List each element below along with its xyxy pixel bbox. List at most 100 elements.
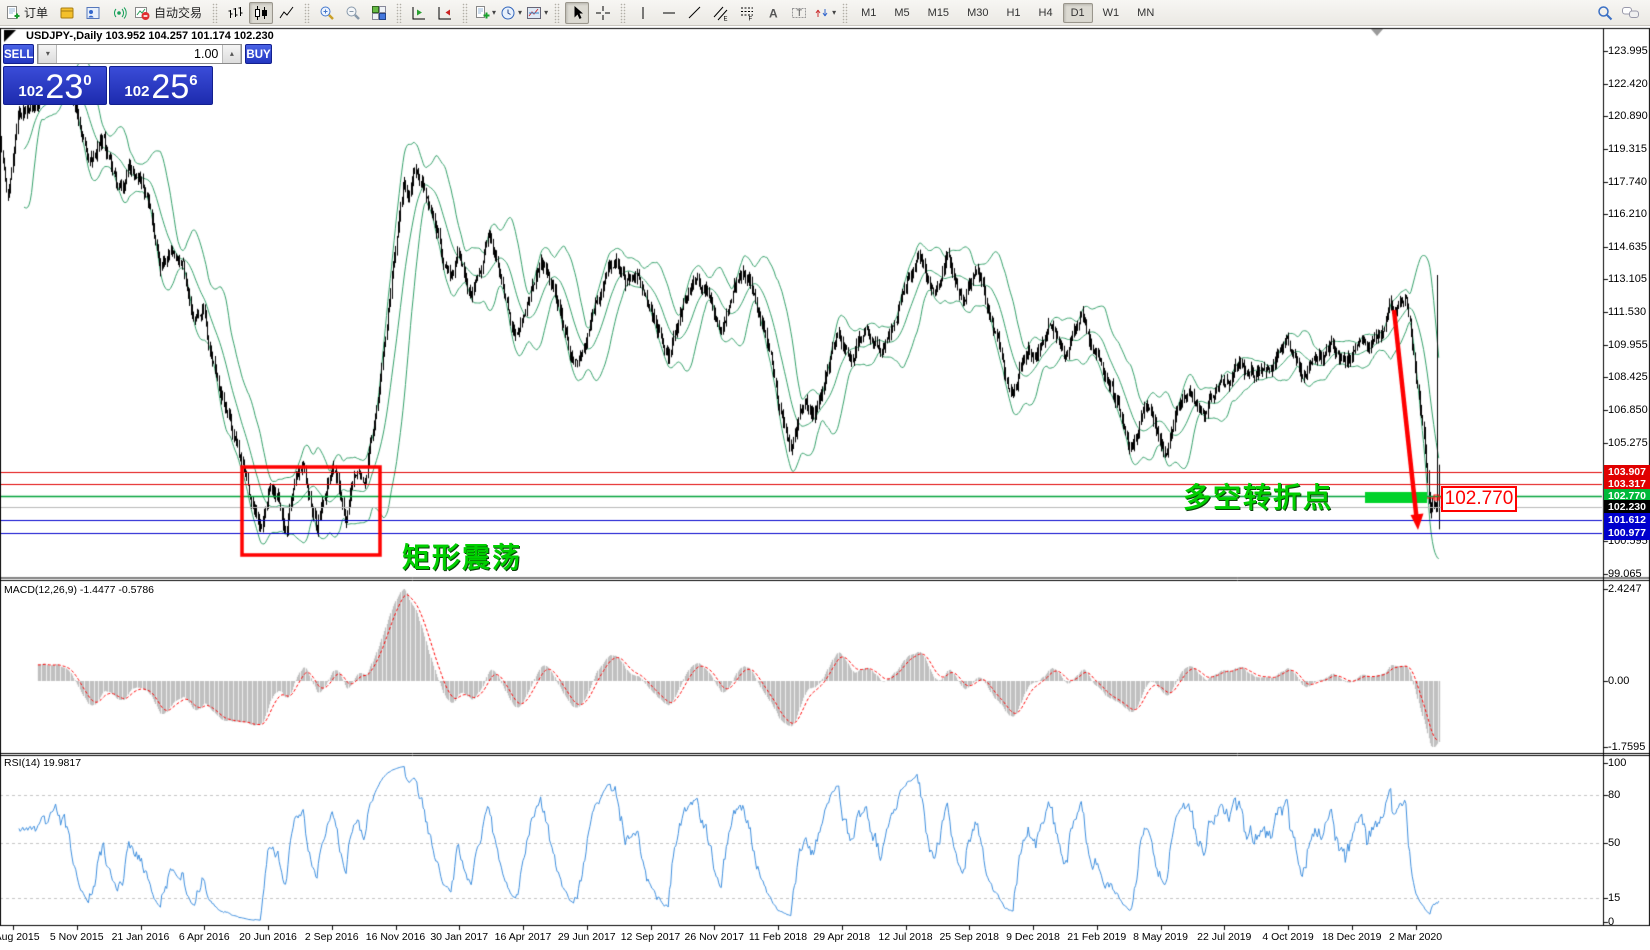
trendline-button[interactable] — [683, 2, 707, 24]
tile-windows-button[interactable] — [367, 2, 391, 24]
text-icon: A — [765, 5, 781, 21]
crosshair-icon — [595, 5, 611, 21]
buy-button[interactable]: BUY — [245, 44, 271, 64]
chart-shift-button[interactable] — [407, 2, 431, 24]
text-label-button[interactable]: T — [787, 2, 811, 24]
zoom-out-button[interactable] — [341, 2, 365, 24]
chat-button[interactable] — [1619, 2, 1643, 24]
toolbar-grip[interactable] — [620, 3, 626, 23]
sell-button[interactable]: SELL — [3, 44, 34, 64]
volume-control: ▾ ▴ — [37, 44, 242, 64]
chart-canvas[interactable] — [0, 0, 1650, 950]
volume-decrease-button[interactable]: ▾ — [38, 45, 57, 63]
svg-text:E: E — [724, 16, 728, 21]
candles-chart-icon — [253, 5, 269, 21]
svg-text:A: A — [769, 6, 778, 20]
price-tag: 100.977 — [1604, 526, 1650, 540]
horizontal-line-button[interactable] — [657, 2, 681, 24]
horizontal-line-icon — [661, 5, 677, 21]
search-icon — [1596, 4, 1614, 22]
timeframe-h4-button[interactable]: H4 — [1031, 3, 1061, 23]
indicators-add-icon — [474, 5, 490, 21]
bid-price-display[interactable]: 102 23 0 — [3, 66, 107, 105]
one-click-trade-panel: SELL ▾ ▴ BUY 102 23 0 102 25 6 — [3, 44, 213, 105]
templates-button[interactable]: ▾ — [525, 2, 549, 24]
rsi-indicator-label: RSI(14) 19.9817 — [4, 757, 81, 769]
indicators-button[interactable]: ▾ — [473, 2, 497, 24]
timeframe-m1-button[interactable]: M1 — [853, 3, 884, 23]
zoom-out-icon — [345, 5, 361, 21]
line-chart-icon — [279, 5, 295, 21]
timeframe-m5-button[interactable]: M5 — [886, 3, 917, 23]
channel-icon: E — [713, 5, 729, 21]
new-order-button[interactable]: 订单 — [3, 2, 53, 24]
arrows-icon — [814, 5, 830, 21]
timeframe-m30-button[interactable]: M30 — [959, 3, 996, 23]
timeframe-mn-button[interactable]: MN — [1129, 3, 1162, 23]
chart-candles-button[interactable] — [249, 2, 273, 24]
autotrading-button[interactable]: 自动交易 — [133, 2, 207, 24]
timeframe-group: M1M5M15M30H1H4D1W1MN — [852, 3, 1163, 23]
dropdown-caret-icon: ▾ — [518, 8, 522, 17]
svg-text:F: F — [749, 16, 753, 21]
dropdown-caret-icon: ▾ — [544, 8, 548, 17]
fibonacci-button[interactable]: F — [735, 2, 759, 24]
toolbar-grip[interactable] — [842, 3, 848, 23]
fibonacci-icon: F — [739, 5, 755, 21]
timeframe-w1-button[interactable]: W1 — [1095, 3, 1128, 23]
dropdown-caret-icon: ▾ — [492, 8, 496, 17]
timeframe-m15-button[interactable]: M15 — [920, 3, 957, 23]
bid-prefix: 102 — [18, 82, 43, 101]
pivot-annotation-text[interactable]: 多空转折点 — [1183, 476, 1333, 516]
toolbar-grip[interactable] — [304, 3, 310, 23]
search-button[interactable] — [1593, 2, 1617, 24]
price-tag: 102.230 — [1604, 500, 1650, 514]
volume-input[interactable] — [57, 45, 222, 63]
trendline-icon — [687, 5, 703, 21]
toolbar-grip[interactable] — [462, 3, 468, 23]
channel-button[interactable]: E — [709, 2, 733, 24]
cursor-button[interactable] — [565, 2, 589, 24]
templates-icon — [526, 5, 542, 21]
bid-main-digits: 23 — [45, 73, 83, 101]
ask-prefix: 102 — [124, 82, 149, 101]
text-button[interactable]: A — [761, 2, 785, 24]
ask-pip-digit: 6 — [189, 75, 197, 87]
price-tag: 101.612 — [1604, 513, 1650, 527]
toolbar-grip[interactable] — [396, 3, 402, 23]
clock-icon — [500, 5, 516, 21]
bid-pip-digit: 0 — [83, 75, 91, 87]
navigator-button[interactable] — [81, 2, 105, 24]
chart-bars-button[interactable] — [223, 2, 247, 24]
chart-title: USDJPY-,Daily 103.952 104.257 101.174 10… — [26, 30, 274, 42]
svg-text:T: T — [797, 8, 803, 18]
vertical-line-icon — [635, 5, 651, 21]
autotrading-icon — [134, 5, 150, 21]
chart-autoscroll-button[interactable] — [433, 2, 457, 24]
chat-icon — [1621, 4, 1641, 22]
navigator-icon — [85, 5, 101, 21]
volume-increase-button[interactable]: ▴ — [222, 45, 241, 63]
signals-button[interactable] — [107, 2, 131, 24]
crosshair-button[interactable] — [591, 2, 615, 24]
periods-button[interactable]: ▾ — [499, 2, 523, 24]
arrows-button[interactable]: ▾ — [813, 2, 837, 24]
toolbar-grip[interactable] — [212, 3, 218, 23]
ask-price-display[interactable]: 102 25 6 — [109, 66, 213, 105]
rectangle-annotation-text[interactable]: 矩形震荡 — [402, 536, 522, 576]
toolbar-grip[interactable] — [554, 3, 560, 23]
new-order-icon — [4, 5, 20, 21]
chart-line-button[interactable] — [275, 2, 299, 24]
zoom-in-button[interactable] — [315, 2, 339, 24]
macd-indicator-label: MACD(12,26,9) -1.4477 -0.5786 — [4, 584, 154, 596]
new-order-label: 订单 — [20, 4, 52, 21]
profiles-button[interactable] — [55, 2, 79, 24]
main-toolbar: 订单 自动交易 ▾ ▾ ▾ E F A T ▾ M1M5M15M30H1H4D1… — [0, 0, 1650, 26]
bars-chart-icon — [227, 5, 243, 21]
price-callout-label[interactable]: 102.770 — [1441, 486, 1517, 512]
chart-autoscroll-icon — [437, 5, 453, 21]
timeframe-d1-button[interactable]: D1 — [1063, 3, 1093, 23]
ask-main-digits: 25 — [151, 73, 189, 101]
timeframe-h1-button[interactable]: H1 — [998, 3, 1028, 23]
vertical-line-button[interactable] — [631, 2, 655, 24]
